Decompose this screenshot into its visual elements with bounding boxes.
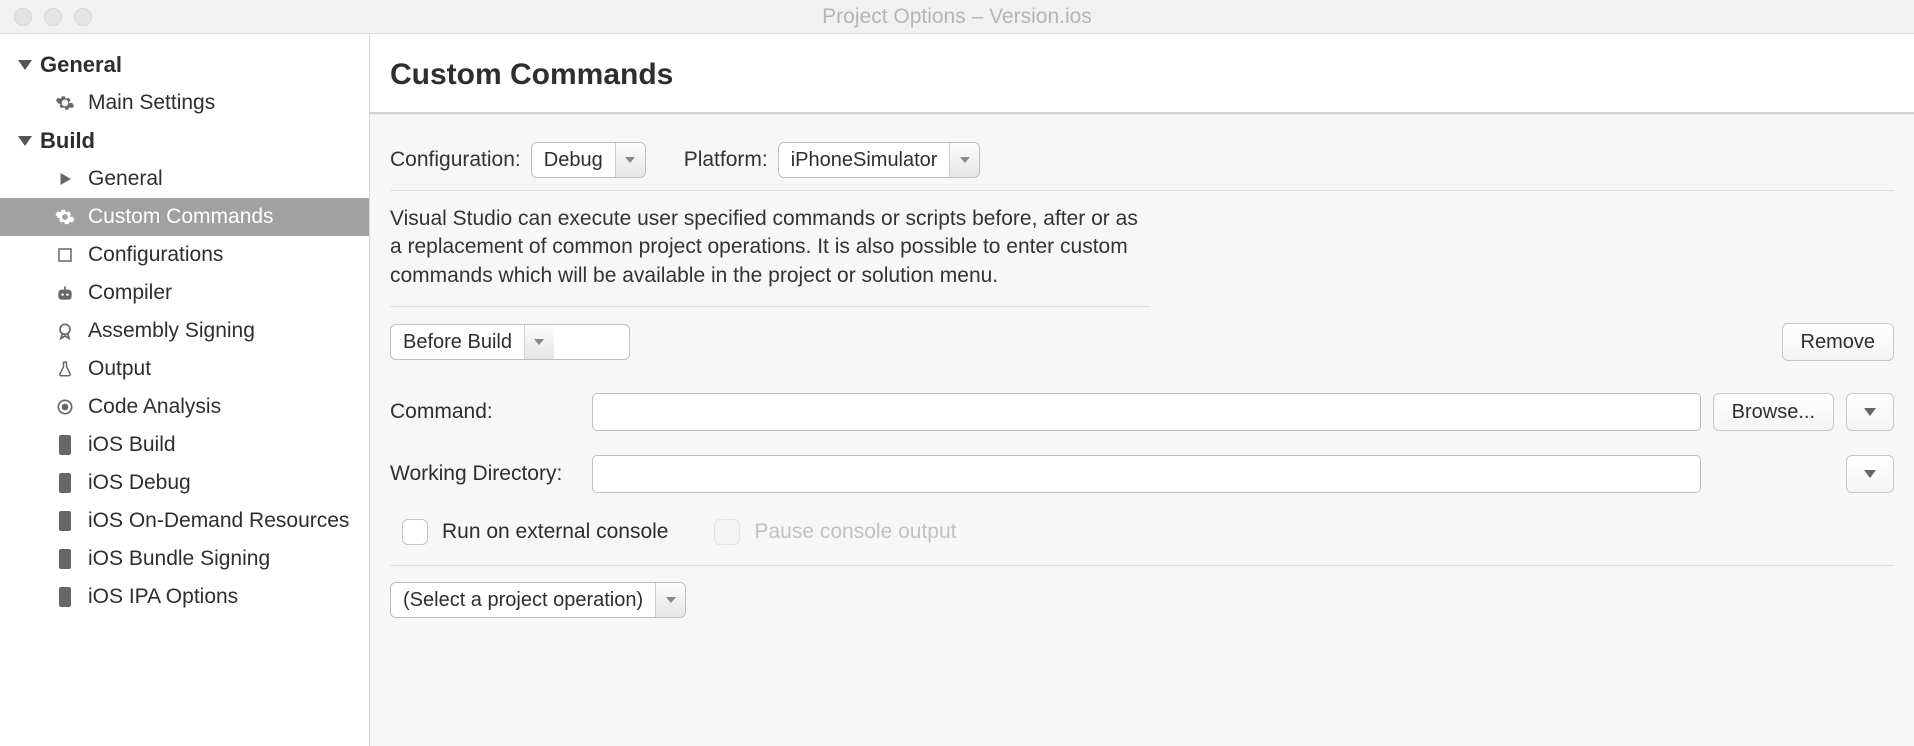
gear-icon (54, 93, 76, 113)
robot-icon (54, 284, 76, 302)
sidebar-item-label: iOS Build (88, 433, 176, 457)
phone-icon (54, 586, 76, 608)
sidebar-item-code-analysis[interactable]: Code Analysis (0, 388, 369, 426)
flask-icon (54, 359, 76, 379)
gear-icon (54, 207, 76, 227)
pause-console-output-checkbox (714, 519, 740, 545)
step-select[interactable]: Before Build (390, 324, 630, 360)
sidebar-group-label: General (40, 52, 122, 78)
titlebar: Project Options – Version.ios (0, 0, 1914, 34)
sidebar-item-output[interactable]: Output (0, 350, 369, 388)
step-value: Before Build (391, 325, 524, 359)
page-title: Custom Commands (390, 58, 1894, 92)
console-options-row: Run on external console Pause console ou… (390, 505, 1894, 566)
sidebar-item-label: iOS On-Demand Resources (88, 509, 349, 533)
play-icon (54, 170, 76, 188)
project-operation-value: (Select a project operation) (391, 583, 655, 617)
main-layout: General Main Settings Build General Cust… (0, 34, 1914, 746)
phone-icon (54, 548, 76, 570)
command-form: Command: Browse... Working Directory: (390, 369, 1894, 505)
sidebar-item-configurations[interactable]: Configurations (0, 236, 369, 274)
working-directory-dropdown-button[interactable] (1846, 455, 1894, 493)
sidebar-item-label: Output (88, 357, 151, 381)
sidebar-item-label: Main Settings (88, 91, 215, 115)
window-title: Project Options – Version.ios (0, 5, 1914, 29)
content-header: Custom Commands (370, 34, 1914, 114)
sidebar-item-compiler[interactable]: Compiler (0, 274, 369, 312)
target-icon (54, 397, 76, 417)
sidebar-item-ios-bundle-signing[interactable]: iOS Bundle Signing (0, 540, 369, 578)
disclosure-triangle-icon (18, 60, 32, 70)
project-operation-select[interactable]: (Select a project operation) (390, 582, 686, 618)
run-external-console-label: Run on external console (442, 520, 668, 544)
phone-icon (54, 472, 76, 494)
sidebar-item-assembly-signing[interactable]: Assembly Signing (0, 312, 369, 350)
sidebar-item-label: iOS Debug (88, 471, 191, 495)
pause-console-output-label: Pause console output (754, 520, 956, 544)
sidebar: General Main Settings Build General Cust… (0, 34, 370, 746)
sidebar-item-main-settings[interactable]: Main Settings (0, 84, 369, 122)
phone-icon (54, 510, 76, 532)
sidebar-group-general[interactable]: General (0, 46, 369, 84)
project-operation-row: (Select a project operation) (390, 566, 1894, 634)
working-directory-input[interactable] (592, 455, 1701, 493)
box-icon (54, 246, 76, 264)
command-input[interactable] (592, 393, 1701, 431)
remove-button[interactable]: Remove (1782, 323, 1894, 361)
configuration-label: Configuration: (390, 148, 521, 172)
chevron-down-icon (524, 325, 554, 359)
badge-icon (54, 321, 76, 341)
phone-icon (54, 434, 76, 456)
platform-value: iPhoneSimulator (779, 143, 950, 177)
sidebar-item-label: Assembly Signing (88, 319, 255, 343)
sidebar-item-label: iOS IPA Options (88, 585, 238, 609)
sidebar-item-label: Custom Commands (88, 205, 274, 229)
browse-button[interactable]: Browse... (1713, 393, 1834, 431)
chevron-down-icon (949, 143, 979, 177)
configuration-select[interactable]: Debug (531, 142, 646, 178)
command-dropdown-button[interactable] (1846, 393, 1894, 431)
content-body: Configuration: Debug Platform: iPhoneSim… (370, 114, 1914, 746)
sidebar-item-label: General (88, 167, 163, 191)
sidebar-group-build[interactable]: Build (0, 122, 369, 160)
description-text: Visual Studio can execute user specified… (390, 191, 1150, 307)
chevron-down-icon (615, 143, 645, 177)
sidebar-group-label: Build (40, 128, 95, 154)
working-directory-label: Working Directory: (390, 462, 580, 486)
configuration-value: Debug (532, 143, 615, 177)
chevron-down-icon (655, 583, 685, 617)
platform-label: Platform: (684, 148, 768, 172)
run-external-console-checkbox[interactable] (402, 519, 428, 545)
sidebar-item-label: Compiler (88, 281, 172, 305)
sidebar-item-label: Configurations (88, 243, 223, 267)
sidebar-item-ios-on-demand-resources[interactable]: iOS On-Demand Resources (0, 502, 369, 540)
sidebar-item-general[interactable]: General (0, 160, 369, 198)
step-row: Before Build Remove (390, 307, 1894, 369)
sidebar-item-ios-debug[interactable]: iOS Debug (0, 464, 369, 502)
content-pane: Custom Commands Configuration: Debug Pla… (370, 34, 1914, 746)
sidebar-item-label: Code Analysis (88, 395, 221, 419)
sidebar-item-ios-ipa-options[interactable]: iOS IPA Options (0, 578, 369, 616)
config-platform-row: Configuration: Debug Platform: iPhoneSim… (390, 130, 1894, 191)
sidebar-item-custom-commands[interactable]: Custom Commands (0, 198, 369, 236)
sidebar-item-label: iOS Bundle Signing (88, 547, 270, 571)
platform-select[interactable]: iPhoneSimulator (778, 142, 981, 178)
sidebar-item-ios-build[interactable]: iOS Build (0, 426, 369, 464)
command-label: Command: (390, 400, 580, 424)
disclosure-triangle-icon (18, 136, 32, 146)
